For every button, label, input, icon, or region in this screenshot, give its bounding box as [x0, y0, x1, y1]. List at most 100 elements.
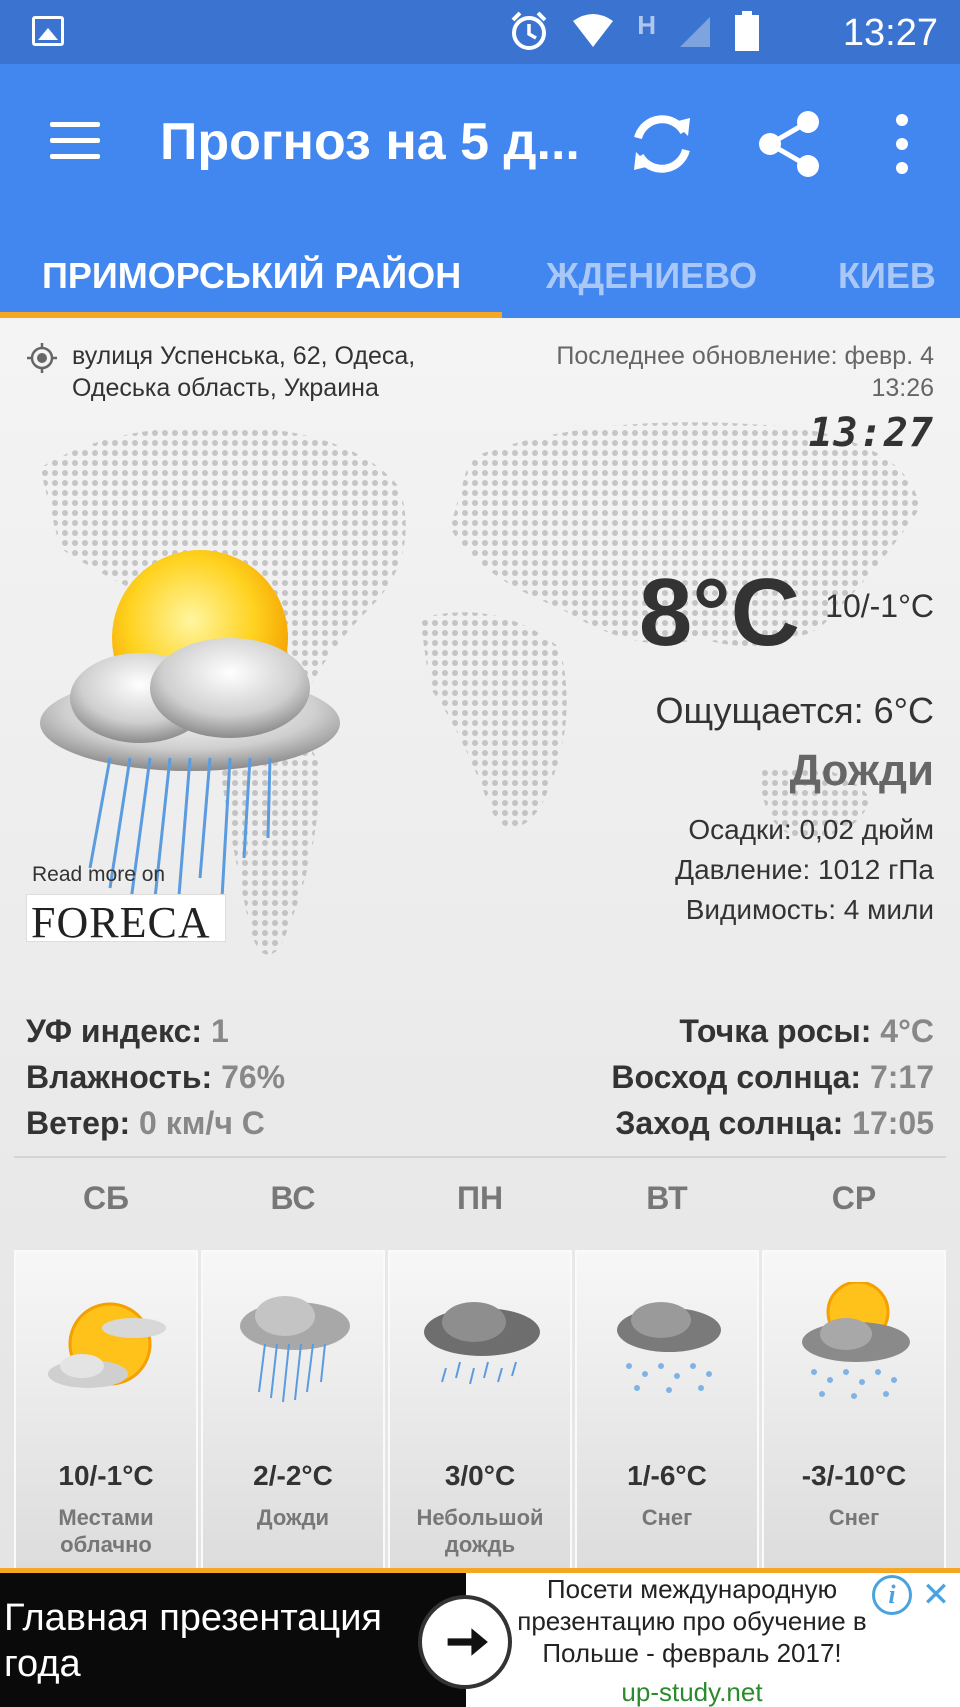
day-name: ВТ — [646, 1180, 688, 1216]
forecast-card[interactable]: 2/-2°C Дожди — [201, 1250, 385, 1568]
uv-index: УФ индекс: 1 — [26, 1008, 285, 1054]
ad-headline-line: года — [4, 1643, 81, 1685]
forecast-day[interactable]: ВТ 1/-6°C Снег — [575, 1168, 759, 1568]
forecast-strip: СБ 10/-1°C Местами облачно ВС 2/-2°C Дож… — [14, 1168, 946, 1568]
day-description-line: Снег — [641, 1505, 693, 1530]
location-tabs: ПРИМОРСЬКИЙ РАЙОН ЖДЕНИЕВО КИЕВ — [0, 234, 960, 318]
forecast-day[interactable]: СБ 10/-1°C Местами облачно — [14, 1168, 198, 1568]
network-type-label: H — [637, 9, 656, 40]
sunrise-value: 7:17 — [869, 1059, 934, 1095]
ad-text: Посети международную презентацию про обу… — [496, 1573, 888, 1669]
day-temperature: 1/-6°C — [627, 1460, 707, 1491]
tab-kyiv[interactable]: КИЕВ — [838, 234, 936, 318]
rain-icon — [240, 1296, 350, 1403]
day-name: СБ — [82, 1180, 130, 1216]
ad-text-line: презентацию про обучение в — [517, 1606, 867, 1636]
alarm-icon — [511, 11, 547, 50]
forecast-day[interactable]: ВС 2/-2°C Дожди — [201, 1168, 385, 1568]
app-title: Прогноз на 5 д... — [160, 113, 580, 171]
sunset: Заход солнца: 17:05 — [611, 1100, 934, 1146]
ad-url[interactable]: up-study.net — [496, 1677, 888, 1707]
sun-snow-icon — [802, 1282, 910, 1399]
humidity-value: 76% — [221, 1059, 286, 1095]
day-description: Местами облачно — [16, 1504, 196, 1558]
ad-text-line: Посети международную — [546, 1574, 838, 1604]
forecast-card[interactable]: 1/-6°C Снег — [575, 1250, 759, 1568]
dew-point: Точка росы: 4°C — [611, 1008, 934, 1054]
status-icons: H — [509, 10, 760, 52]
share-icon[interactable] — [750, 104, 830, 184]
rain-icon — [40, 550, 340, 909]
last-update-time: 13:26 — [871, 374, 934, 402]
foreca-wordmark: FORECA — [31, 898, 211, 947]
location-icon — [27, 343, 57, 373]
wind-label: Ветер: — [26, 1105, 131, 1141]
day-description-line: облачно — [60, 1532, 152, 1557]
day-description-line: Небольшой — [416, 1505, 544, 1530]
forecast-card[interactable]: -3/-10°C Снег — [762, 1250, 946, 1568]
sunrise-label: Восход солнца: — [611, 1059, 862, 1095]
precipitation: Осадки: 0,02 дюйм — [688, 814, 934, 845]
dew-value: 4°C — [880, 1013, 934, 1049]
app-bar: Прогноз на 5 д... ПРИМОРСЬКИЙ РАЙОН ЖДЕН… — [0, 64, 960, 318]
day-description-line: Снег — [828, 1505, 880, 1530]
address: вулиця Успенська, 62, Одеса, Одеська обл… — [72, 340, 492, 404]
wind-value: 0 км/ч С — [139, 1105, 265, 1141]
foreca-logo[interactable]: FORECA — [26, 894, 226, 947]
digital-clock: 13:27 — [808, 410, 934, 456]
day-name: ВС — [270, 1180, 316, 1216]
refresh-icon[interactable] — [622, 104, 702, 184]
forecast-day[interactable]: СР -3/-10°C Снег — [762, 1168, 946, 1568]
signal-icon — [680, 17, 710, 47]
gallery-icon — [32, 16, 64, 46]
last-update: Последнее обновление: февр. 4 13:26 — [494, 340, 934, 404]
ad-text-line: Польше - февраль 2017! — [542, 1638, 842, 1668]
day-description: Снег — [764, 1504, 944, 1531]
day-description-line: дождь — [444, 1532, 516, 1557]
day-temperature: 3/0°C — [444, 1460, 516, 1491]
sunrise: Восход солнца: 7:17 — [611, 1054, 934, 1100]
current-weather-panel: вулиця Успенська, 62, Одеса, Одеська обл… — [0, 318, 960, 1568]
stats-right: Точка росы: 4°C Восход солнца: 7:17 Захо… — [611, 1008, 934, 1146]
day-description-line: Дожди — [256, 1505, 330, 1530]
sunset-label: Заход солнца: — [615, 1105, 844, 1141]
stats-left: УФ индекс: 1 Влажность: 76% Ветер: 0 км/… — [26, 1008, 285, 1146]
battery-icon — [735, 11, 759, 51]
forecast-card[interactable]: 10/-1°C Местами облачно — [14, 1250, 198, 1568]
light-rain-icon — [424, 1302, 540, 1385]
ad-headline-line: Главная презентация — [4, 1597, 382, 1639]
day-description: Небольшой дождь — [390, 1504, 570, 1558]
current-condition: Дожди — [789, 746, 934, 795]
tab-zhdenievo[interactable]: ЖДЕНИЕВО — [546, 234, 757, 318]
forecast-day[interactable]: ПН 3/0°C Небольшой дождь — [388, 1168, 572, 1568]
pressure: Давление: 1012 гПа — [675, 854, 934, 885]
ad-info-icon[interactable]: i — [872, 1575, 912, 1615]
day-temperature: 10/-1°C — [58, 1460, 154, 1491]
humidity: Влажность: 76% — [26, 1054, 285, 1100]
day-description: Дожди — [203, 1504, 383, 1531]
feels-like: Ощущается: 6°C — [655, 690, 935, 731]
status-time: 13:27 — [842, 12, 938, 54]
wind: Ветер: 0 км/ч С — [26, 1100, 285, 1146]
dew-label: Точка росы: — [679, 1013, 872, 1049]
humidity-label: Влажность: — [26, 1059, 213, 1095]
visibility: Видимость: 4 мили — [685, 894, 934, 925]
day-temperature: -3/-10°C — [801, 1460, 907, 1491]
read-more-label: Read more on — [32, 863, 166, 886]
snow-icon — [617, 1302, 721, 1393]
current-range: 10/-1°C — [825, 588, 934, 624]
arrow-right-icon[interactable] — [418, 1595, 512, 1689]
address-line-2: Одеська область, Украина — [72, 374, 379, 402]
menu-icon[interactable] — [50, 122, 100, 162]
wifi-icon — [573, 14, 614, 47]
day-name: ПН — [456, 1180, 504, 1216]
last-update-label: Последнее обновление: февр. 4 — [556, 342, 934, 370]
ad-banner[interactable]: Главная презентация года Посети междунар… — [0, 1573, 960, 1707]
partly-cloudy-icon — [48, 1302, 166, 1388]
forecast-card[interactable]: 3/0°C Небольшой дождь — [388, 1250, 572, 1568]
close-icon[interactable]: ✕ — [916, 1573, 956, 1617]
more-vert-icon[interactable] — [862, 104, 942, 184]
uv-label: УФ индекс: — [26, 1013, 203, 1049]
ad-body: Посети международную презентацию про обу… — [466, 1573, 960, 1707]
tab-primorsky[interactable]: ПРИМОРСЬКИЙ РАЙОН — [42, 234, 461, 318]
